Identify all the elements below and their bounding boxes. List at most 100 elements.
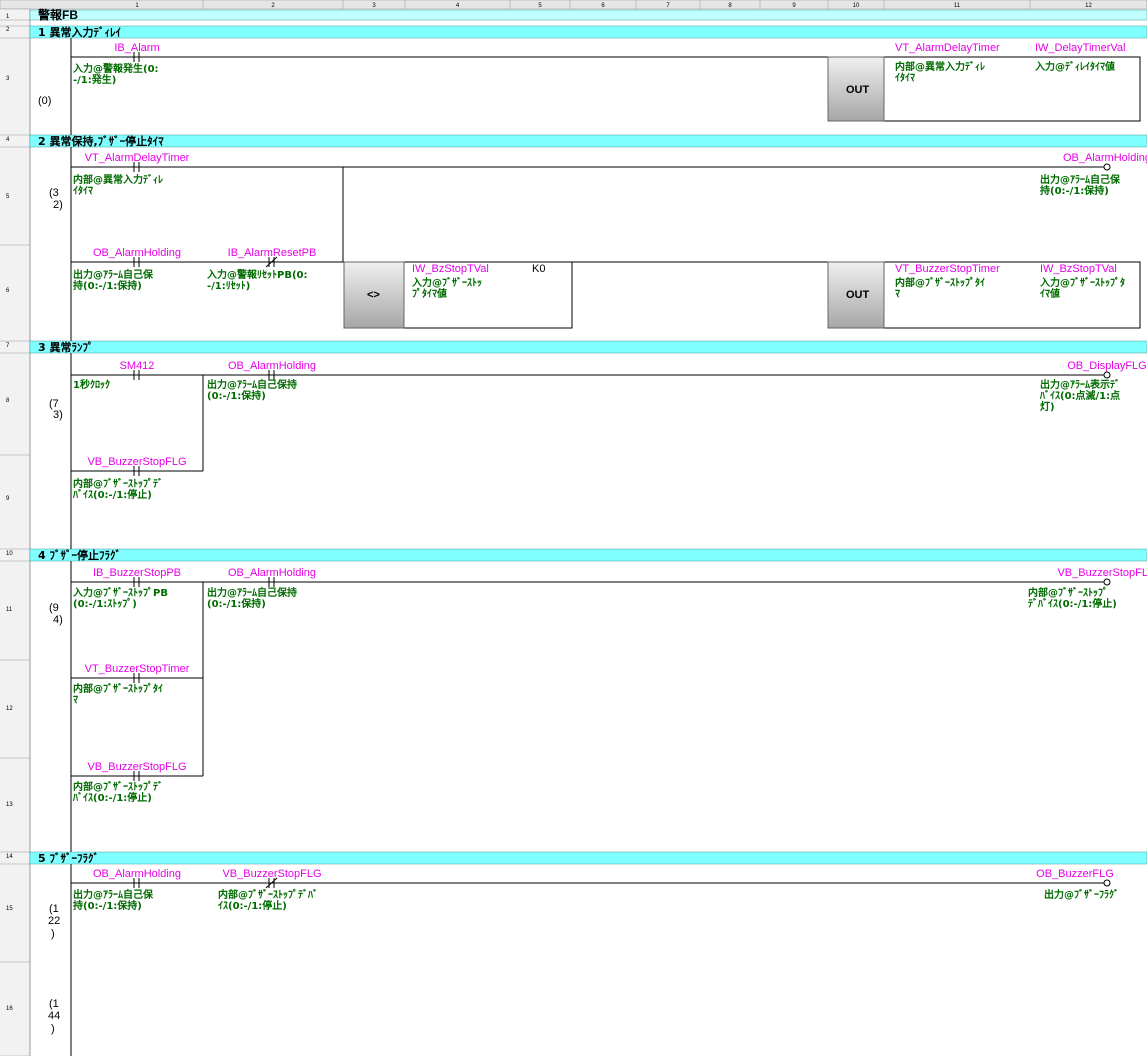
device-name: VT_BuzzerStopTimer: [85, 663, 190, 675]
device-comment: -/1:発生): [73, 73, 116, 86]
ladder-diagram[interactable]: 1 2 3 4 5 6 7 8 9 10 11 12 12345678910111213141516 …: [0, 0, 1147, 1056]
constant-k0: K0: [532, 263, 545, 275]
coil[interactable]: [1103, 163, 1111, 171]
step-number: 4): [53, 614, 63, 626]
device-name: OB_AlarmHolding: [228, 360, 316, 372]
device-comment: 出力@ﾌﾞｻﾞｰﾌﾗｸﾞ: [1044, 888, 1119, 901]
device-name: IW_DelayTimerVal: [1035, 42, 1125, 54]
device-comment: 灯): [1040, 400, 1055, 413]
row-number: 16: [6, 1006, 13, 1012]
device-comment: ﾌﾟﾀｲﾏ値: [412, 287, 447, 300]
device-comment: (0:-/1:保持): [207, 389, 266, 402]
device-name: IW_BzStopTVal: [1040, 263, 1117, 275]
device-comment: 内部@ﾌﾞｻﾞｰｽﾄｯﾌﾟﾀｲ: [73, 682, 163, 695]
step-number: 2): [53, 199, 63, 211]
device-name: OB_AlarmHolding: [1063, 152, 1147, 164]
step-number: (0): [38, 95, 51, 107]
step-number: (1: [49, 903, 59, 915]
section-bar-1[interactable]: [29, 25, 1147, 39]
device-comment: 持(0:-/1:保持): [73, 899, 142, 912]
device-comment: 出力@ｱﾗｰﾑ自己保持: [207, 378, 297, 391]
row-number: 12: [6, 706, 13, 712]
step-number: 3): [53, 409, 63, 421]
device-name: IB_BuzzerStopPB: [93, 567, 181, 579]
device-comment: 内部@ﾌﾞｻﾞｰｽﾄｯﾌﾟ: [1028, 586, 1108, 599]
column-header-label: 11: [954, 3, 961, 9]
device-name: VB_BuzzerStopFLG: [1057, 567, 1147, 579]
row-number: 10: [6, 551, 13, 557]
column-header-label: 12: [1085, 3, 1092, 9]
device-comment: 入力@ﾌﾞｻﾞｰｽﾄｯ: [412, 276, 482, 289]
device-comment: ﾊﾞｲｽ(0:点滅/1:点: [1039, 389, 1120, 402]
device-comment: 持(0:-/1:保持): [73, 279, 142, 292]
row-number: 15: [6, 906, 13, 912]
device-comment: 内部@ﾌﾞｻﾞｰｽﾄｯﾌﾟﾃﾞ: [73, 477, 163, 490]
row-number: 13: [6, 802, 13, 808]
section-title-2: 2 異常保持,ﾌﾞｻﾞｰ停止ﾀｲﾏ: [38, 134, 164, 148]
step-number: (3: [49, 187, 59, 199]
device-name: VT_BuzzerStopTimer: [895, 263, 1000, 275]
device-name: IW_BzStopTVal: [412, 263, 489, 275]
device-name: OB_AlarmHolding: [93, 247, 181, 259]
device-name: VB_BuzzerStopFLG: [222, 868, 321, 880]
device-comment: 出力@ｱﾗｰﾑ表示ﾃﾞ: [1040, 378, 1120, 391]
device-name: OB_DisplayFLG: [1067, 360, 1146, 372]
section-title-4: 4 ﾌﾞｻﾞｰ停止ﾌﾗｸﾞ: [38, 548, 121, 562]
device-name: VB_BuzzerStopFLG: [87, 761, 186, 773]
step-number: 44: [48, 1010, 60, 1022]
section-bars: 1 異常入力ﾃﾞｨﾚｲ 2 異常保持,ﾌﾞｻﾞｰ停止ﾀｲﾏ 3 異常ﾗﾝﾌﾟ 4…: [29, 25, 1147, 865]
column-header-bar: [0, 0, 1147, 10]
device-comment: 内部@異常入力ﾃﾞｨﾚ: [73, 173, 163, 186]
device-comment: 出力@ｱﾗｰﾑ自己保持: [207, 586, 297, 599]
device-comment: 出力@ｱﾗｰﾑ自己保: [73, 268, 154, 281]
device-name: SM412: [120, 360, 155, 372]
device-comment: 内部@ﾌﾞｻﾞｰｽﾄｯﾌﾟﾃﾞﾊﾞ: [218, 888, 318, 901]
device-comment: ｲｽ(0:-/1:停止): [218, 899, 287, 912]
section-bar-2[interactable]: [29, 134, 1147, 148]
device-comment: ｲﾀｲﾏ: [895, 71, 915, 84]
compare-label: <>: [367, 289, 380, 301]
device-name: VB_BuzzerStopFLG: [87, 456, 186, 468]
device-comment: 入力@ﾌﾞｻﾞｰｽﾄｯﾌﾟﾀ: [1040, 276, 1125, 289]
device-comment: 内部@ﾌﾞｻﾞｰｽﾄｯﾌﾟﾀｲ: [895, 276, 985, 289]
row-number: 14: [6, 854, 13, 860]
coil[interactable]: [1103, 879, 1111, 887]
ladder-wires: [71, 56, 1107, 884]
device-comment: 入力@ﾃﾞｨﾚｲﾀｲﾏ値: [1035, 60, 1115, 73]
device-name: OB_BuzzerFLG: [1036, 868, 1114, 880]
device-comment: ﾊﾞｲｽ(0:-/1:停止): [72, 488, 152, 501]
device-comment: ﾏ: [73, 695, 78, 706]
device-comment: ﾃﾞﾊﾞｲｽ(0:-/1:停止): [1028, 597, 1117, 610]
section-title-5: 5 ﾌﾞｻﾞｰﾌﾗｸﾞ: [38, 851, 99, 865]
device-name: VT_AlarmDelayTimer: [895, 42, 1000, 54]
device-comment: (0:-/1:保持): [207, 597, 266, 610]
device-name: OB_AlarmHolding: [228, 567, 316, 579]
column-header-label: 10: [853, 3, 860, 9]
device-comment: 持(0:-/1:保持): [1040, 184, 1109, 197]
device-comment: ｲﾀｲﾏ: [73, 184, 93, 197]
device-comment: 出力@ｱﾗｰﾑ自己保: [73, 888, 154, 901]
step-number: 22: [48, 915, 60, 927]
row-header-bar: [0, 9, 30, 1056]
device-name: IB_Alarm: [114, 42, 159, 54]
coil[interactable]: [1103, 578, 1111, 586]
device-name: IB_AlarmResetPB: [228, 247, 317, 259]
device-comment: 入力@警報発生(0:: [73, 62, 159, 75]
device-comment: -/1:ﾘｾｯﾄ): [207, 280, 250, 292]
step-number: ): [51, 1023, 55, 1035]
device-comment: (0:-/1:ｽﾄｯﾌﾟ): [73, 597, 137, 610]
section-bar-4[interactable]: [29, 548, 1147, 562]
device-comment: ﾏ: [895, 289, 900, 300]
step-number: (9: [49, 602, 59, 614]
section-bar-3[interactable]: [29, 340, 1147, 354]
device-labels: IB_Alarm 入力@警報発生(0:-/1:発生) VT_AlarmDelayTi…: [72, 42, 1147, 912]
device-comment: 内部@異常入力ﾃﾞｨﾚ: [895, 60, 985, 73]
out-label: OUT: [846, 289, 870, 301]
device-comment: 出力@ｱﾗｰﾑ自己保: [1040, 173, 1121, 186]
section-bar-5[interactable]: [29, 851, 1147, 865]
device-comment: ｲﾏ値: [1040, 287, 1060, 300]
out-label: OUT: [846, 84, 870, 96]
device-comment: 入力@ﾌﾞｻﾞｰｽﾄｯﾌﾟPB: [73, 586, 168, 599]
device-name: VT_AlarmDelayTimer: [85, 152, 190, 164]
coil[interactable]: [1103, 371, 1111, 379]
